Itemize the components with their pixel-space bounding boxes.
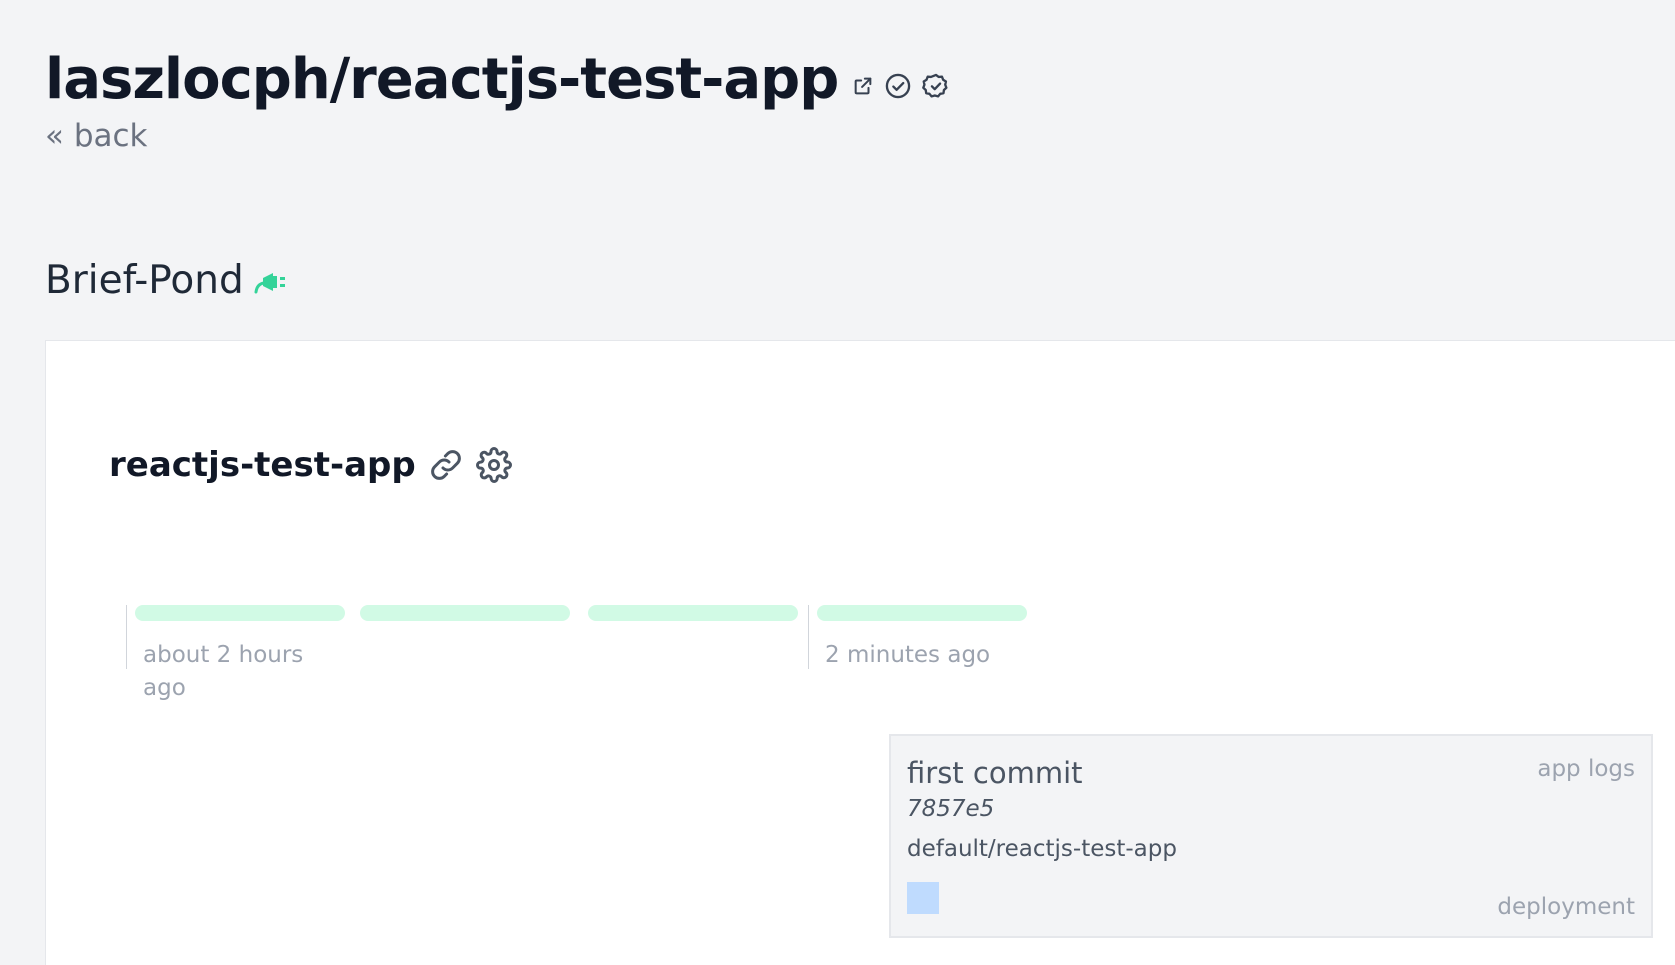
timeline-tick — [126, 605, 127, 669]
environment-title: Brief-Pond — [45, 258, 244, 303]
deployment-name: default/reactjs-test-app — [907, 836, 1177, 862]
deployment-card: first commit 7857e5 default/reactjs-test… — [889, 734, 1653, 938]
timeline-label-start: about 2 hours ago — [143, 642, 304, 701]
badge-check-icon[interactable] — [922, 72, 950, 100]
back-link[interactable]: « back — [45, 118, 148, 154]
page: laszlocph/reactjs-test-app « back Brief-… — [0, 0, 1675, 965]
timeline-segment[interactable] — [360, 605, 570, 621]
deployment-timeline: about 2 hours ago 2 minutes ago — [126, 605, 1106, 715]
environment-card: reactjs-test-app about 2 hours ago 2 min… — [45, 340, 1675, 965]
timeline-segment[interactable] — [588, 605, 798, 621]
external-link-icon[interactable] — [852, 75, 874, 97]
commit-sha: 7857e5 — [907, 796, 995, 822]
check-circle-icon[interactable] — [884, 72, 912, 100]
title-icons — [852, 72, 950, 100]
title-row: laszlocph/reactjs-test-app — [45, 40, 950, 120]
status-indicator — [907, 882, 939, 914]
app-logs-link[interactable]: app logs — [1537, 756, 1635, 782]
timeline-tick — [808, 605, 809, 669]
environment-header: Brief-Pond — [45, 258, 288, 303]
timeline-label-end: 2 minutes ago — [825, 642, 991, 668]
deployment-type-label: deployment — [1497, 894, 1635, 920]
app-header: reactjs-test-app — [109, 445, 512, 485]
gear-icon[interactable] — [475, 447, 512, 483]
plug-icon — [254, 272, 285, 293]
link-icon[interactable] — [428, 447, 464, 483]
commit-message: first commit — [907, 756, 1083, 790]
repo-title: laszlocph/reactjs-test-app — [45, 47, 839, 112]
timeline-segment[interactable] — [817, 605, 1027, 621]
timeline-segment[interactable] — [135, 605, 345, 621]
app-title: reactjs-test-app — [109, 445, 416, 485]
